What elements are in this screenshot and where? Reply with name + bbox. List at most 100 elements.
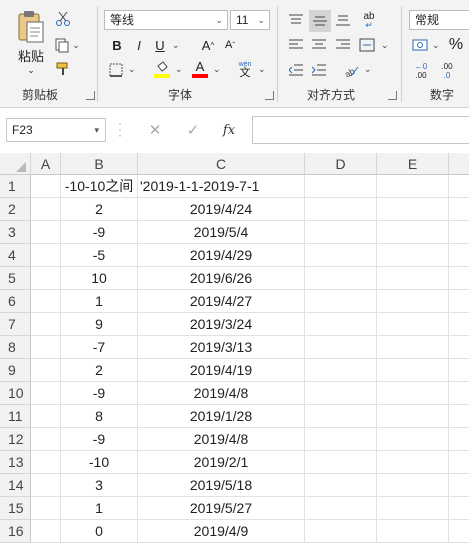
row-header[interactable]: 13 <box>0 451 31 474</box>
cell-f[interactable] <box>449 290 469 313</box>
cell-b[interactable]: -5 <box>61 244 138 267</box>
cell-c[interactable]: 2019/4/9 <box>138 520 305 543</box>
cell-c[interactable]: 2019/4/8 <box>138 428 305 451</box>
cell-b[interactable]: -9 <box>61 221 138 244</box>
cell-d[interactable] <box>305 497 377 520</box>
cell-e[interactable] <box>377 221 449 244</box>
chevron-down-icon[interactable]: ⌄ <box>432 40 440 51</box>
row-header[interactable]: 6 <box>0 290 31 313</box>
cell-f[interactable] <box>449 428 469 451</box>
column-header-a[interactable]: A <box>31 153 61 175</box>
grow-font-button[interactable]: A ^ <box>198 36 218 54</box>
cell-a[interactable] <box>31 405 61 428</box>
merge-center-button[interactable] <box>356 35 378 55</box>
cell-b[interactable]: -9 <box>61 382 138 405</box>
cell-d[interactable] <box>305 336 377 359</box>
font-color-button[interactable]: A <box>190 58 210 80</box>
cell-c[interactable]: '2019-1-1-2019-7-1 <box>138 175 305 198</box>
confirm-entry-button[interactable]: ✓ <box>182 120 204 140</box>
cell-b[interactable]: -10-10之间 <box>61 175 138 198</box>
cell-c[interactable]: 2019/4/19 <box>138 359 305 382</box>
cell-e[interactable] <box>377 290 449 313</box>
cell-e[interactable] <box>377 359 449 382</box>
cell-f[interactable] <box>449 474 469 497</box>
cell-e[interactable] <box>377 405 449 428</box>
cell-c[interactable]: 2019/2/1 <box>138 451 305 474</box>
align-bottom-button[interactable] <box>333 10 353 30</box>
cell-f[interactable] <box>449 198 469 221</box>
cell-c[interactable]: 2019/4/27 <box>138 290 305 313</box>
cell-c[interactable]: 2019/4/29 <box>138 244 305 267</box>
cell-e[interactable] <box>377 336 449 359</box>
cell-a[interactable] <box>31 290 61 313</box>
cancel-entry-button[interactable]: ✕ <box>144 120 166 140</box>
cell-a[interactable] <box>31 198 61 221</box>
decrease-indent-button[interactable] <box>286 60 306 80</box>
cell-c[interactable]: 2019/4/24 <box>138 198 305 221</box>
row-header[interactable]: 10 <box>0 382 31 405</box>
cell-d[interactable] <box>305 382 377 405</box>
cell-b[interactable]: 0 <box>61 520 138 543</box>
chevron-down-icon[interactable]: ⌄ <box>381 40 389 51</box>
cell-b[interactable]: -9 <box>61 428 138 451</box>
orientation-button[interactable]: ab <box>341 60 361 80</box>
paste-button[interactable]: 粘贴 ⌄ <box>10 8 52 78</box>
chevron-down-icon[interactable]: ⌄ <box>258 64 266 75</box>
column-header-c[interactable]: C <box>138 153 305 175</box>
cell-c[interactable]: 2019/1/28 <box>138 405 305 428</box>
alignment-launcher-icon[interactable] <box>388 91 397 100</box>
cell-e[interactable] <box>377 520 449 543</box>
row-header[interactable]: 7 <box>0 313 31 336</box>
cell-d[interactable] <box>305 221 377 244</box>
cell-c[interactable]: 2019/3/24 <box>138 313 305 336</box>
cell-a[interactable] <box>31 382 61 405</box>
cell-f[interactable] <box>449 175 469 198</box>
cell-b[interactable]: -7 <box>61 336 138 359</box>
chevron-down-icon[interactable]: ⌄ <box>128 64 136 75</box>
row-header[interactable]: 12 <box>0 428 31 451</box>
cell-e[interactable] <box>377 267 449 290</box>
align-right-button[interactable] <box>333 35 353 55</box>
row-header[interactable]: 5 <box>0 267 31 290</box>
cell-c[interactable]: 2019/5/18 <box>138 474 305 497</box>
cell-a[interactable] <box>31 497 61 520</box>
cut-button[interactable] <box>52 8 74 30</box>
cell-a[interactable] <box>31 451 61 474</box>
cell-b[interactable]: 8 <box>61 405 138 428</box>
cell-a[interactable] <box>31 428 61 451</box>
row-header[interactable]: 9 <box>0 359 31 382</box>
row-header[interactable]: 4 <box>0 244 31 267</box>
cell-e[interactable] <box>377 474 449 497</box>
chevron-down-icon[interactable]: ⌄ <box>364 64 372 75</box>
cell-d[interactable] <box>305 451 377 474</box>
cell-e[interactable] <box>377 451 449 474</box>
cell-f[interactable] <box>449 382 469 405</box>
cell-d[interactable] <box>305 198 377 221</box>
cell-a[interactable] <box>31 313 61 336</box>
cell-c[interactable]: 2019/5/4 <box>138 221 305 244</box>
cell-e[interactable] <box>377 382 449 405</box>
cell-d[interactable] <box>305 267 377 290</box>
cell-f[interactable] <box>449 336 469 359</box>
cell-e[interactable] <box>377 497 449 520</box>
cell-f[interactable] <box>449 313 469 336</box>
fill-color-button[interactable] <box>152 58 172 80</box>
cell-c[interactable]: 2019/4/8 <box>138 382 305 405</box>
formula-input[interactable] <box>252 116 469 144</box>
font-launcher-icon[interactable] <box>265 91 274 100</box>
phonetic-button[interactable]: wén 文 <box>234 58 256 80</box>
cell-a[interactable] <box>31 359 61 382</box>
cell-a[interactable] <box>31 267 61 290</box>
cell-b[interactable]: 1 <box>61 290 138 313</box>
cell-d[interactable] <box>305 405 377 428</box>
cell-a[interactable] <box>31 221 61 244</box>
percent-button[interactable]: % <box>446 35 466 55</box>
cell-a[interactable] <box>31 520 61 543</box>
cell-a[interactable] <box>31 244 61 267</box>
row-header[interactable]: 11 <box>0 405 31 428</box>
increase-indent-button[interactable] <box>309 60 329 80</box>
decrease-decimal-button[interactable]: .00 .0 <box>436 60 458 82</box>
cell-d[interactable] <box>305 520 377 543</box>
cell-f[interactable] <box>449 405 469 428</box>
align-left-button[interactable] <box>286 35 306 55</box>
